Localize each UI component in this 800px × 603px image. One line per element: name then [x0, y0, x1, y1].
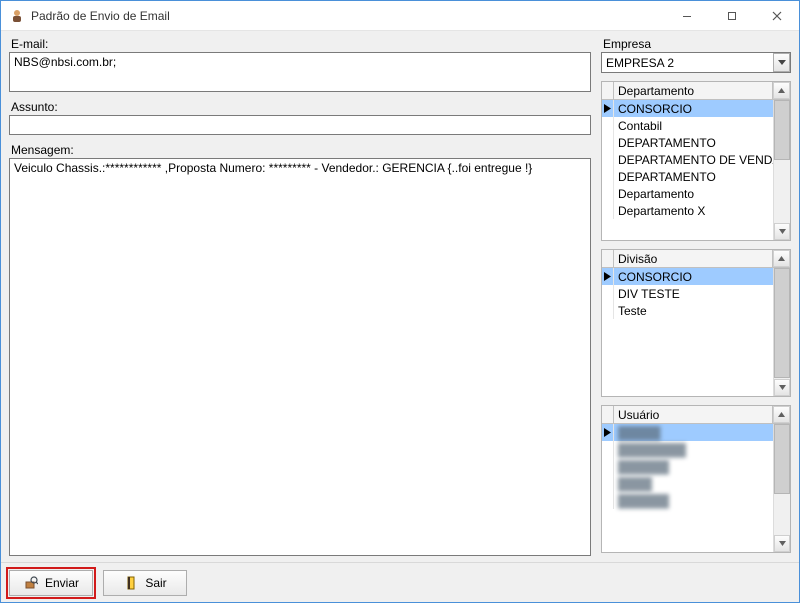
client-area: E-mail: Assunto: Mensagem: Empresa: [1, 31, 799, 562]
assunto-label: Assunto:: [11, 100, 591, 114]
list-item[interactable]: DEPARTAMENTO DE VENDAS: [602, 151, 773, 168]
usuario-list[interactable]: █████████████████████████████: [602, 424, 773, 552]
right-column: Empresa Departamento CONSORCIOContabilDE…: [601, 37, 791, 556]
list-item[interactable]: ██████: [602, 492, 773, 509]
list-item[interactable]: Contabil: [602, 117, 773, 134]
titlebar: Padrão de Envio de Email: [1, 1, 799, 31]
list-item[interactable]: ████████: [602, 441, 773, 458]
list-item[interactable]: CONSORCIO: [602, 100, 773, 117]
left-column: E-mail: Assunto: Mensagem:: [9, 37, 591, 556]
exit-icon: [123, 575, 139, 591]
mensagem-textarea[interactable]: [9, 158, 591, 556]
email-input[interactable]: [9, 52, 591, 92]
list-item[interactable]: CONSORCIO: [602, 268, 773, 285]
scroll-up-button[interactable]: [773, 406, 790, 423]
list-item[interactable]: DIV TESTE: [602, 285, 773, 302]
row-marker-head: [602, 250, 614, 267]
list-item[interactable]: ██████: [602, 458, 773, 475]
divisao-header[interactable]: Divisão: [614, 250, 773, 267]
minimize-button[interactable]: [664, 1, 709, 30]
list-item[interactable]: DEPARTAMENTO: [602, 134, 773, 151]
sair-label: Sair: [145, 576, 166, 590]
list-item[interactable]: DEPARTAMENTO: [602, 168, 773, 185]
enviar-button[interactable]: Enviar: [9, 570, 93, 596]
divisao-list[interactable]: CONSORCIODIV TESTETeste: [602, 268, 773, 396]
scroll-down-button[interactable]: [774, 379, 790, 396]
departamento-list[interactable]: CONSORCIOContabilDEPARTAMENTODEPARTAMENT…: [602, 100, 773, 240]
mensagem-label: Mensagem:: [11, 143, 591, 157]
list-item[interactable]: ████: [602, 475, 773, 492]
list-item[interactable]: █████: [602, 424, 773, 441]
list-item[interactable]: Teste: [602, 302, 773, 319]
list-item[interactable]: Departamento: [602, 185, 773, 202]
departamento-panel: Departamento CONSORCIOContabilDEPARTAMEN…: [601, 81, 791, 241]
departamento-scrollbar[interactable]: [773, 100, 790, 240]
list-item[interactable]: Departamento X: [602, 202, 773, 219]
window-title: Padrão de Envio de Email: [31, 9, 170, 23]
divisao-panel: Divisão CONSORCIODIV TESTETeste: [601, 249, 791, 397]
scroll-down-button[interactable]: [774, 223, 790, 240]
app-window: Padrão de Envio de Email E-mail: Assunto…: [0, 0, 800, 603]
scroll-up-button[interactable]: [773, 82, 790, 99]
bottom-bar: Enviar Sair: [1, 562, 799, 602]
usuario-scrollbar[interactable]: [773, 424, 790, 552]
close-button[interactable]: [754, 1, 799, 30]
send-icon: [23, 575, 39, 591]
enviar-label: Enviar: [45, 576, 79, 590]
row-marker-head: [602, 406, 614, 423]
empresa-select[interactable]: [601, 52, 791, 73]
app-icon: [9, 8, 25, 24]
scroll-up-button[interactable]: [773, 250, 790, 267]
scroll-down-button[interactable]: [774, 535, 790, 552]
maximize-button[interactable]: [709, 1, 754, 30]
usuario-panel: Usuário █████████████████████████████: [601, 405, 791, 553]
row-marker-head: [602, 82, 614, 99]
sair-button[interactable]: Sair: [103, 570, 187, 596]
email-label: E-mail:: [11, 37, 591, 51]
assunto-input[interactable]: [9, 115, 591, 135]
departamento-header[interactable]: Departamento: [614, 82, 773, 99]
empresa-label: Empresa: [603, 37, 791, 51]
usuario-header[interactable]: Usuário: [614, 406, 773, 423]
divisao-scrollbar[interactable]: [773, 268, 790, 396]
